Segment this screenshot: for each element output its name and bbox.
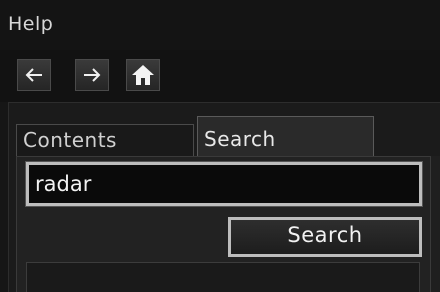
forward-button[interactable] [75,59,109,91]
panel-edge [430,156,440,292]
tab-contents-label: Contents [23,128,117,152]
tab-contents[interactable]: Contents [16,124,194,156]
navigation-toolbar [0,50,440,102]
title-bar: Help [0,0,440,51]
search-input[interactable]: radar [25,161,423,207]
home-button[interactable] [126,59,160,91]
tab-search-label: Search [204,127,276,151]
left-arrow-icon [24,67,44,83]
right-arrow-icon [82,67,102,83]
search-button-label: Search [287,223,363,247]
search-results-list[interactable] [26,262,420,292]
tab-search[interactable]: Search [197,116,374,156]
search-query-text: radar [35,172,92,196]
search-button[interactable]: Search [228,217,422,257]
back-button[interactable] [17,59,51,91]
help-window: Help Contents Search radar Search [0,0,440,292]
home-icon [131,64,155,86]
window-title: Help [8,13,54,35]
